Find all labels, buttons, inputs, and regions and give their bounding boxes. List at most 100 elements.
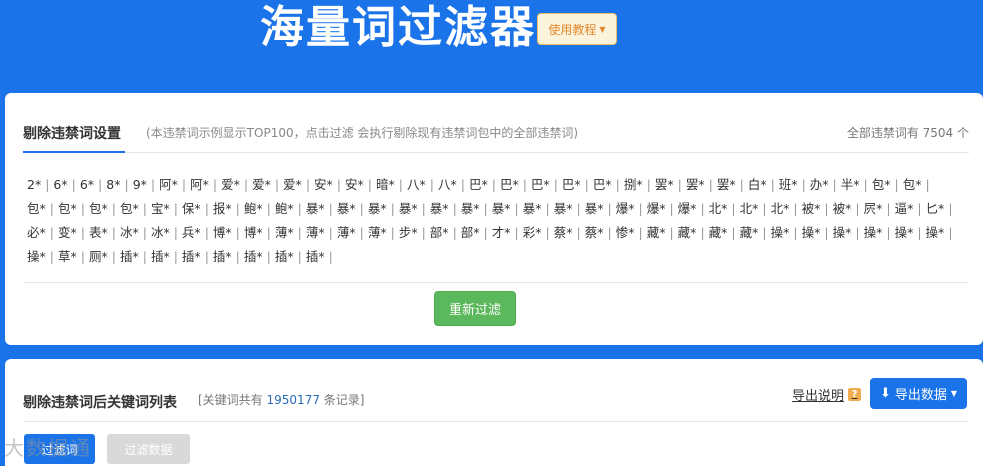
banned-word: 办* bbox=[809, 177, 829, 192]
banned-word: 操* bbox=[801, 225, 821, 240]
tutorial-button[interactable]: 使用教程 ▼ bbox=[537, 13, 617, 45]
word-separator: | bbox=[49, 225, 54, 240]
banned-word: 操* bbox=[894, 225, 914, 240]
banned-word-item: 报* | bbox=[213, 197, 244, 221]
word-separator: | bbox=[421, 201, 426, 216]
banned-word: 阿* bbox=[190, 177, 209, 192]
banned-words-total: 全部违禁词有 7504 个 bbox=[846, 126, 969, 140]
banned-word: 博* bbox=[212, 225, 232, 240]
banned-word-item: 部* | bbox=[430, 221, 461, 245]
banned-word: 北* bbox=[770, 201, 790, 216]
word-separator: | bbox=[801, 177, 806, 192]
word-separator: | bbox=[173, 225, 178, 240]
banned-word: 暗* bbox=[376, 177, 395, 192]
keyword-count-meta: [关键词共有 1950177 条记录] bbox=[198, 391, 364, 408]
banned-word: 巴* bbox=[499, 177, 519, 192]
banned-word-item: 暴* | bbox=[554, 197, 585, 221]
banned-word-item: 罢* | bbox=[717, 173, 748, 197]
word-separator: | bbox=[669, 201, 674, 216]
banned-word-item: 办* | bbox=[810, 173, 841, 197]
keyword-count-suffix: 条记录] bbox=[323, 393, 365, 407]
word-separator: | bbox=[274, 177, 280, 192]
banned-word: 藏* bbox=[646, 225, 666, 240]
banned-word: 宝* bbox=[150, 201, 170, 216]
banned-word-item: 冰* | bbox=[151, 221, 182, 245]
word-separator: | bbox=[49, 201, 54, 216]
tab-filtered-data[interactable]: 过滤数据 bbox=[107, 434, 190, 464]
tab-banned-words-settings[interactable]: 剔除违禁词设置 bbox=[23, 123, 125, 153]
banned-word: 薄* bbox=[305, 225, 325, 240]
banned-word-item: 保* | bbox=[182, 197, 213, 221]
word-separator: | bbox=[297, 225, 302, 240]
tab-keywords[interactable]: 过滤词 bbox=[24, 434, 95, 464]
banned-word-item: 插* | bbox=[244, 245, 275, 269]
banned-word: 插* bbox=[243, 249, 263, 264]
banned-word: 暴* bbox=[522, 201, 542, 216]
banned-word-item: 2* | bbox=[27, 173, 53, 197]
export-help-link[interactable]: 导出说明 ? bbox=[792, 385, 862, 404]
banned-word-item: 包* | bbox=[903, 173, 934, 197]
banned-word-item: 被* | bbox=[833, 197, 864, 221]
banned-word: 暴* bbox=[491, 201, 511, 216]
page-title: 海量词过滤器 bbox=[260, 2, 536, 53]
word-separator: | bbox=[584, 177, 589, 192]
banned-word: 插* bbox=[119, 249, 139, 264]
banned-word-item: 包* | bbox=[27, 197, 58, 221]
banned-word-item: 八* | bbox=[407, 173, 438, 197]
word-separator: | bbox=[142, 225, 147, 240]
export-data-label: 导出数据 bbox=[894, 388, 947, 403]
word-separator: | bbox=[266, 225, 271, 240]
banned-word: 被* bbox=[801, 201, 821, 216]
banned-word-item: 表* | bbox=[89, 221, 120, 245]
banned-word-item: 操* | bbox=[895, 221, 926, 245]
banned-word: 安* bbox=[314, 177, 333, 192]
word-separator: | bbox=[235, 225, 240, 240]
banned-word: 薄* bbox=[274, 225, 294, 240]
banned-word: 巴* bbox=[530, 177, 550, 192]
export-data-button[interactable]: ⬇ 导出数据 ▼ bbox=[870, 378, 967, 409]
word-separator: | bbox=[700, 201, 705, 216]
banned-word-item: 阿* | bbox=[159, 173, 190, 197]
banned-word-item: 插* | bbox=[213, 245, 244, 269]
banned-word: 6* bbox=[53, 177, 68, 192]
banned-word: 藏* bbox=[677, 225, 697, 240]
word-separator: | bbox=[638, 225, 643, 240]
word-separator: | bbox=[514, 201, 519, 216]
word-separator: | bbox=[677, 177, 682, 192]
banned-word: 插* bbox=[274, 249, 294, 264]
word-separator: | bbox=[305, 177, 311, 192]
word-separator: | bbox=[669, 225, 674, 240]
banned-word: 北* bbox=[708, 201, 728, 216]
banned-word-item: 薄* | bbox=[275, 221, 306, 245]
banned-word-item: 蔡* | bbox=[554, 221, 585, 245]
word-separator: | bbox=[615, 177, 620, 192]
word-separator: | bbox=[336, 177, 342, 192]
banned-word-item: 插* | bbox=[306, 245, 337, 269]
banned-word-item: 薄* | bbox=[306, 221, 337, 245]
word-separator: | bbox=[243, 177, 249, 192]
word-separator: | bbox=[762, 225, 767, 240]
banned-word: 巴* bbox=[561, 177, 581, 192]
banned-word-item: 插* | bbox=[120, 245, 151, 269]
banned-word: 2* bbox=[27, 177, 42, 192]
refilter-button[interactable]: 重新过滤 bbox=[434, 291, 516, 326]
banned-word: 插* bbox=[150, 249, 170, 264]
banned-word-item: 部* | bbox=[461, 221, 492, 245]
word-separator: | bbox=[607, 201, 612, 216]
banned-word-item: 操* | bbox=[833, 221, 864, 245]
word-separator: | bbox=[646, 177, 651, 192]
banned-word-item: 爱* | bbox=[283, 173, 314, 197]
banned-word: 暴* bbox=[336, 201, 356, 216]
banned-word: 阿* bbox=[159, 177, 178, 192]
banned-word-item: 暴* | bbox=[430, 197, 461, 221]
word-separator: | bbox=[429, 177, 434, 192]
word-separator: | bbox=[514, 225, 519, 240]
banned-word: 藏* bbox=[739, 225, 759, 240]
banned-word: 厕* bbox=[88, 249, 108, 264]
banned-word: 薄* bbox=[336, 225, 356, 240]
banned-word-item: 八* | bbox=[438, 173, 469, 197]
banned-word: 罢* bbox=[685, 177, 705, 192]
divider bbox=[23, 282, 969, 283]
word-separator: | bbox=[824, 201, 829, 216]
banned-word-item: 藏* | bbox=[647, 221, 678, 245]
